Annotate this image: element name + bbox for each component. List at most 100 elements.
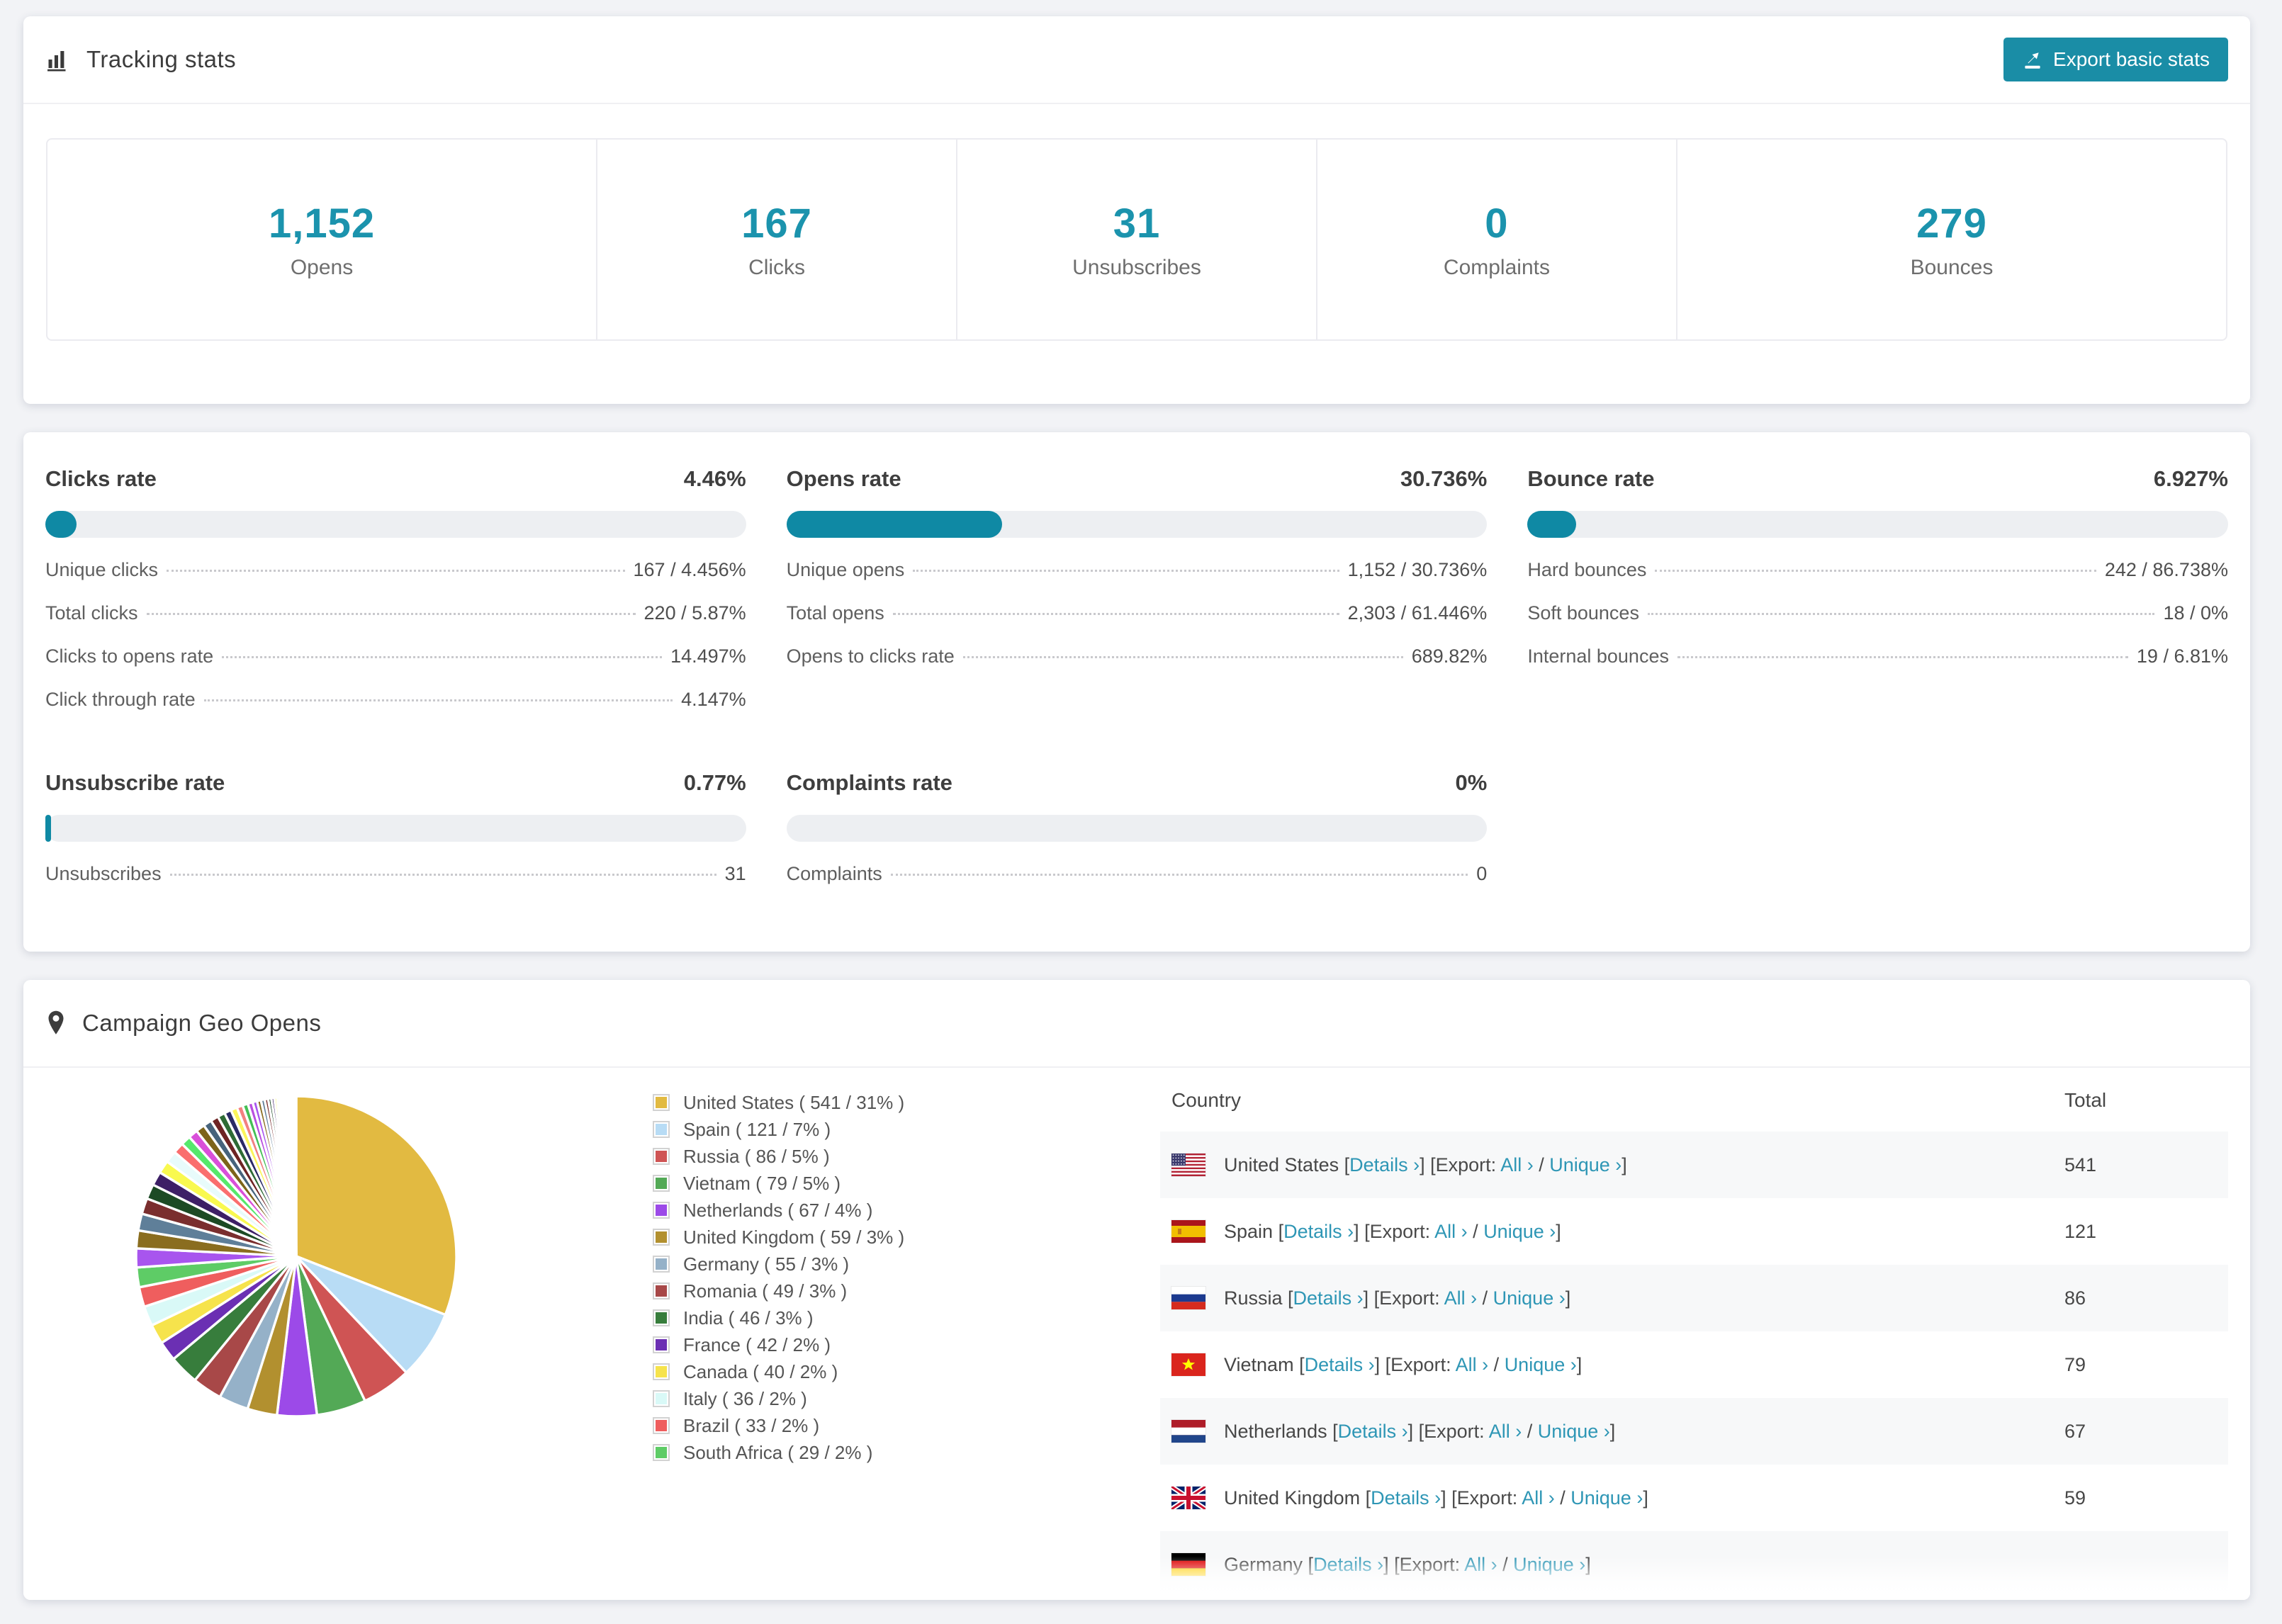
legend-swatch-icon — [653, 1175, 670, 1192]
rate-detail-label: Complaints — [786, 863, 882, 884]
unsubscribe-rate-card: Unsubscribe rate 0.77% Unsubscribes 31 — [45, 766, 746, 885]
legend-item-netherlands[interactable]: Netherlands ( 67 / 4% ) — [653, 1197, 1106, 1224]
legend-swatch-icon — [653, 1390, 670, 1407]
rate-card-value: 30.736% — [1400, 466, 1488, 491]
rate-progress-track — [45, 815, 746, 842]
total-value: 121 — [2064, 1220, 2097, 1242]
export-basic-stats-button[interactable]: Export basic stats — [2003, 38, 2228, 81]
legend-label: United States ( 541 / 31% ) — [683, 1091, 905, 1113]
dotted-leader — [1655, 570, 2096, 572]
legend-label: Netherlands ( 67 / 4% ) — [683, 1199, 873, 1221]
clicks-rate-card: Clicks rate 4.46% Unique clicks 167 / 4.456… — [45, 462, 746, 711]
table-row-de: Germany [Details ›] [Export: All › / Uni… — [1160, 1531, 2228, 1598]
details-link[interactable]: Details › — [1313, 1554, 1383, 1575]
legend-item-spain[interactable]: Spain ( 121 / 7% ) — [653, 1116, 1106, 1143]
export-unique-link[interactable]: Unique › — [1549, 1154, 1621, 1175]
stat-value: 167 — [741, 200, 812, 247]
rate-card-title: Opens rate — [786, 466, 901, 491]
rate-detail-label: Click through rate — [45, 689, 196, 710]
legend-item-canada[interactable]: Canada ( 40 / 2% ) — [653, 1358, 1106, 1385]
export-unique-link[interactable]: Unique › — [1538, 1421, 1610, 1442]
bar-chart-icon — [45, 47, 71, 72]
legend-item-united-states[interactable]: United States ( 541 / 31% ) — [653, 1089, 1106, 1116]
tracking-stats-title: Tracking stats — [45, 46, 236, 73]
rate-detail-row: Unique clicks 167 / 4.456% — [45, 559, 746, 581]
export-unique-link[interactable]: Unique › — [1570, 1487, 1643, 1509]
rate-card-value: 4.46% — [683, 466, 746, 491]
rate-card-header: Complaints rate 0% — [787, 770, 1488, 796]
country-column-header: Country — [1171, 1089, 1242, 1111]
dotted-leader — [222, 656, 663, 658]
opens-rate-card: Opens rate 30.736% Unique opens 1,152 / 30.… — [786, 462, 1488, 711]
export-all-link[interactable]: All › — [1489, 1421, 1522, 1442]
rate-progress-track — [45, 511, 746, 538]
rate-card-header: Opens rate 30.736% — [787, 466, 1488, 492]
export-all-link[interactable]: All › — [1500, 1154, 1534, 1175]
legend-item-germany[interactable]: Germany ( 55 / 3% ) — [653, 1251, 1106, 1278]
country-text: Netherlands [Details ›] [Export: All › /… — [1224, 1420, 1616, 1442]
campaign-geo-opens-panel: Campaign Geo Opens United States ( 541 /… — [23, 980, 2250, 1600]
dotted-leader — [203, 699, 673, 701]
legend-item-brazil[interactable]: Brazil ( 33 / 2% ) — [653, 1412, 1106, 1439]
country-name: Germany — [1224, 1553, 1303, 1575]
export-all-link[interactable]: All › — [1444, 1287, 1478, 1309]
details-link[interactable]: Details › — [1283, 1221, 1354, 1242]
rate-card-title: Bounce rate — [1527, 466, 1655, 491]
export-unique-link[interactable]: Unique › — [1513, 1554, 1585, 1575]
export-button-label: Export basic stats — [2053, 48, 2210, 70]
flag-ru-icon — [1171, 1287, 1205, 1309]
country-name: United Kingdom — [1224, 1487, 1361, 1509]
rate-detail-label: Unique clicks — [45, 559, 159, 580]
country-text: Russia [Details ›] [Export: All › / Uniq… — [1224, 1287, 1571, 1309]
total-value: 79 — [2064, 1353, 2086, 1375]
export-unique-link[interactable]: Unique › — [1493, 1287, 1566, 1309]
details-link[interactable]: Details › — [1293, 1287, 1364, 1309]
export-all-link[interactable]: All › — [1456, 1354, 1489, 1375]
stat-opens: 1,152 Opens — [47, 140, 596, 339]
country-name: Vietnam — [1224, 1353, 1294, 1375]
country-text: Spain [Details ›] [Export: All › / Uniqu… — [1224, 1220, 1561, 1242]
legend-item-france[interactable]: France ( 42 / 2% ) — [653, 1331, 1106, 1358]
geo-table-header: Country Total — [1160, 1069, 2228, 1132]
export-all-link[interactable]: All › — [1522, 1487, 1555, 1509]
legend-item-united-kingdom[interactable]: United Kingdom ( 59 / 3% ) — [653, 1224, 1106, 1251]
legend-item-india[interactable]: India ( 46 / 3% ) — [653, 1304, 1106, 1331]
details-link[interactable]: Details › — [1371, 1487, 1441, 1509]
table-row-ru: Russia [Details ›] [Export: All › / Uniq… — [1160, 1265, 2228, 1331]
legend-item-vietnam[interactable]: Vietnam ( 79 / 5% ) — [653, 1170, 1106, 1197]
rate-detail-row: Click through rate 4.147% — [45, 689, 746, 711]
pie-svg — [135, 1095, 458, 1418]
rates-grid: Clicks rate 4.46% Unique clicks 167 / 4.456… — [23, 432, 2250, 915]
export-all-link[interactable]: All › — [1434, 1221, 1468, 1242]
legend-item-italy[interactable]: Italy ( 36 / 2% ) — [653, 1385, 1106, 1412]
details-link[interactable]: Details › — [1349, 1154, 1420, 1175]
table-row-vn: Vietnam [Details ›] [Export: All › / Uni… — [1160, 1331, 2228, 1398]
rate-progress-track — [1527, 511, 2228, 538]
rate-detail-row: Unsubscribes 31 — [45, 863, 746, 885]
country-text: United States [Details ›] [Export: All ›… — [1224, 1154, 1627, 1175]
dotted-leader — [169, 874, 716, 876]
details-link[interactable]: Details › — [1305, 1354, 1375, 1375]
rate-progress-track — [786, 511, 1488, 538]
legend-item-russia[interactable]: Russia ( 86 / 5% ) — [653, 1143, 1106, 1170]
export-unique-link[interactable]: Unique › — [1483, 1221, 1556, 1242]
stat-value: 1,152 — [268, 200, 376, 247]
rate-detail-label: Hard bounces — [1527, 559, 1647, 580]
rate-card-title: Unsubscribe rate — [45, 770, 225, 795]
legend-label: France ( 42 / 2% ) — [683, 1333, 831, 1355]
rate-progress-track — [786, 815, 1488, 842]
rate-card-header: Unsubscribe rate 0.77% — [45, 770, 746, 796]
rate-detail-value: 31 — [724, 863, 746, 884]
export-all-link[interactable]: All › — [1464, 1554, 1497, 1575]
legend-swatch-icon — [653, 1336, 670, 1353]
details-link[interactable]: Details › — [1338, 1421, 1408, 1442]
stat-value: 279 — [1916, 200, 1987, 247]
country-cell: Netherlands [Details ›] [Export: All › /… — [1171, 1420, 2064, 1443]
total-value: 67 — [2064, 1420, 2086, 1442]
legend-item-romania[interactable]: Romania ( 49 / 3% ) — [653, 1278, 1106, 1304]
dotted-leader — [892, 613, 1339, 615]
export-unique-link[interactable]: Unique › — [1505, 1354, 1577, 1375]
tracking-stats-panel: Tracking stats Export basic stats 1,152 O… — [23, 16, 2250, 404]
rate-detail-label: Total clicks — [45, 602, 138, 624]
legend-item-south-africa[interactable]: South Africa ( 29 / 2% ) — [653, 1439, 1106, 1466]
